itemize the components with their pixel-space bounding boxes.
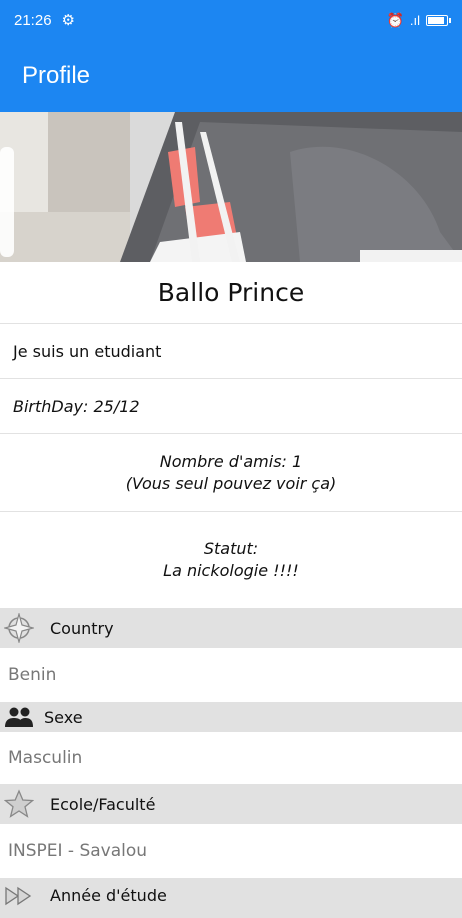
signal-icon: .ıl xyxy=(409,12,420,28)
friends-count: Nombre d'amis: 1 xyxy=(159,451,303,471)
country-header: Country xyxy=(0,608,462,648)
status-bar: 21:26 ⚙ ⏰ .ıl xyxy=(0,0,462,40)
ecole-value-row: INSPEI - Savalou xyxy=(0,824,462,878)
people-icon xyxy=(4,705,34,729)
profile-name-row: Ballo Prince xyxy=(0,262,462,324)
status-icons: ⏰ .ıl xyxy=(386,11,451,29)
ecole-label: Ecole/Faculté xyxy=(50,794,156,814)
birthday-row: BirthDay: 25/12 xyxy=(0,379,462,434)
annee-header: Année d'étude xyxy=(0,878,462,918)
sexe-label: Sexe xyxy=(44,707,83,727)
bio-row: Je suis un etudiant xyxy=(0,324,462,379)
status-value: La nickologie !!!! xyxy=(163,561,299,580)
bio-text: Je suis un etudiant xyxy=(13,341,162,361)
battery-icon xyxy=(426,14,451,26)
country-value: Benin xyxy=(8,665,57,685)
country-label: Country xyxy=(50,618,114,638)
app-bar: Profile xyxy=(0,40,462,112)
status-time: 21:26 xyxy=(14,11,52,29)
annee-label: Année d'étude xyxy=(50,886,167,905)
page-title: Profile xyxy=(22,62,91,89)
sexe-value: Masculin xyxy=(8,748,83,768)
sexe-value-row: Masculin xyxy=(0,732,462,784)
ecole-header: Ecole/Faculté xyxy=(0,784,462,824)
status-label: Statut: xyxy=(203,539,259,558)
profile-name: Ballo Prince xyxy=(157,278,305,307)
fast-forward-icon xyxy=(4,886,34,906)
cover-photo[interactable] xyxy=(0,112,462,262)
friends-privacy-note: (Vous seul pouvez voir ça) xyxy=(125,473,337,493)
birthday-text: BirthDay: 25/12 xyxy=(13,396,140,416)
status-row: Statut: La nickologie !!!! xyxy=(0,512,462,608)
country-value-row: Benin xyxy=(0,648,462,702)
sexe-header: Sexe xyxy=(0,702,462,732)
ecole-value: INSPEI - Savalou xyxy=(8,841,148,861)
compass-icon xyxy=(4,613,34,643)
friends-row: Nombre d'amis: 1 (Vous seul pouvez voir … xyxy=(0,434,462,512)
star-icon xyxy=(4,789,34,819)
alarm-icon: ⏰ xyxy=(386,11,404,28)
gear-icon: ⚙ xyxy=(61,12,75,29)
